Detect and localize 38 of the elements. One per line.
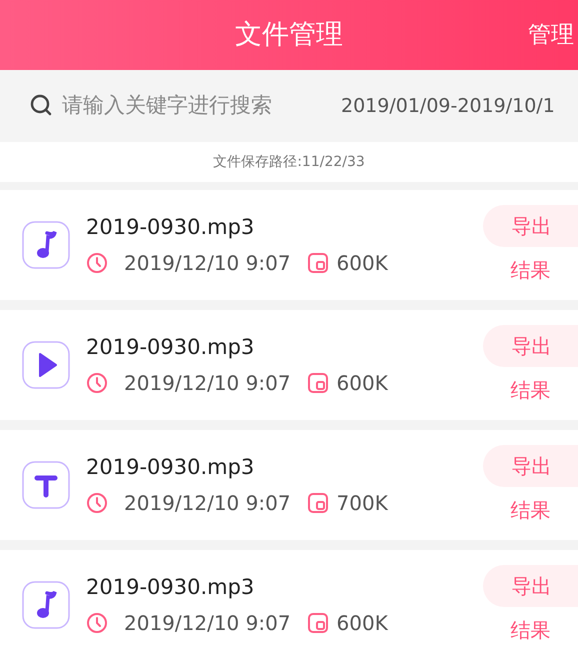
export-button[interactable]: 导出 (483, 445, 578, 487)
file-name: 2019-0930.mp3 (86, 214, 256, 242)
export-button[interactable]: 导出 (483, 565, 578, 607)
file-size: 700K (336, 490, 388, 517)
result-button[interactable]: 结果 (483, 255, 578, 285)
file-name: 2019-0930.mp3 (86, 574, 256, 602)
clock-icon (86, 372, 108, 394)
file-size-icon (306, 252, 329, 274)
result-button[interactable]: 结果 (483, 615, 578, 645)
file-time: 2019/12/10 9:07 (124, 370, 291, 397)
file-time: 2019/12/10 9:07 (124, 490, 291, 517)
date-range[interactable]: 2019/01/09-2019/10/1 (341, 92, 555, 120)
search-field[interactable]: 请输入关键字进行搜索 (62, 90, 317, 122)
file-size-icon (306, 372, 329, 394)
file-name: 2019-0930.mp3 (86, 334, 256, 362)
search-icon (30, 94, 54, 118)
manage-button[interactable]: 管理 (528, 18, 574, 52)
clock-icon (86, 612, 108, 634)
clock-icon (86, 492, 108, 514)
file-size-icon (306, 612, 329, 634)
music-note-icon (22, 221, 70, 269)
file-time: 2019/12/10 9:07 (124, 610, 291, 637)
result-button[interactable]: 结果 (483, 495, 578, 525)
file-size: 600K (336, 370, 388, 397)
clock-icon (86, 252, 108, 274)
music-note-icon (22, 581, 70, 629)
letter-t-icon (22, 461, 70, 509)
file-name: 2019-0930.mp3 (86, 454, 256, 482)
export-button[interactable]: 导出 (483, 325, 578, 367)
file-size: 600K (336, 250, 388, 277)
page-title: 文件管理 (235, 18, 343, 52)
file-size-icon (306, 492, 329, 514)
export-button[interactable]: 导出 (483, 205, 578, 247)
result-button[interactable]: 结果 (483, 375, 578, 405)
play-icon (22, 341, 70, 389)
file-size: 600K (336, 610, 388, 637)
file-time: 2019/12/10 9:07 (124, 250, 291, 277)
save-path-text: 文件保存路径:11/22/33 (213, 152, 365, 172)
